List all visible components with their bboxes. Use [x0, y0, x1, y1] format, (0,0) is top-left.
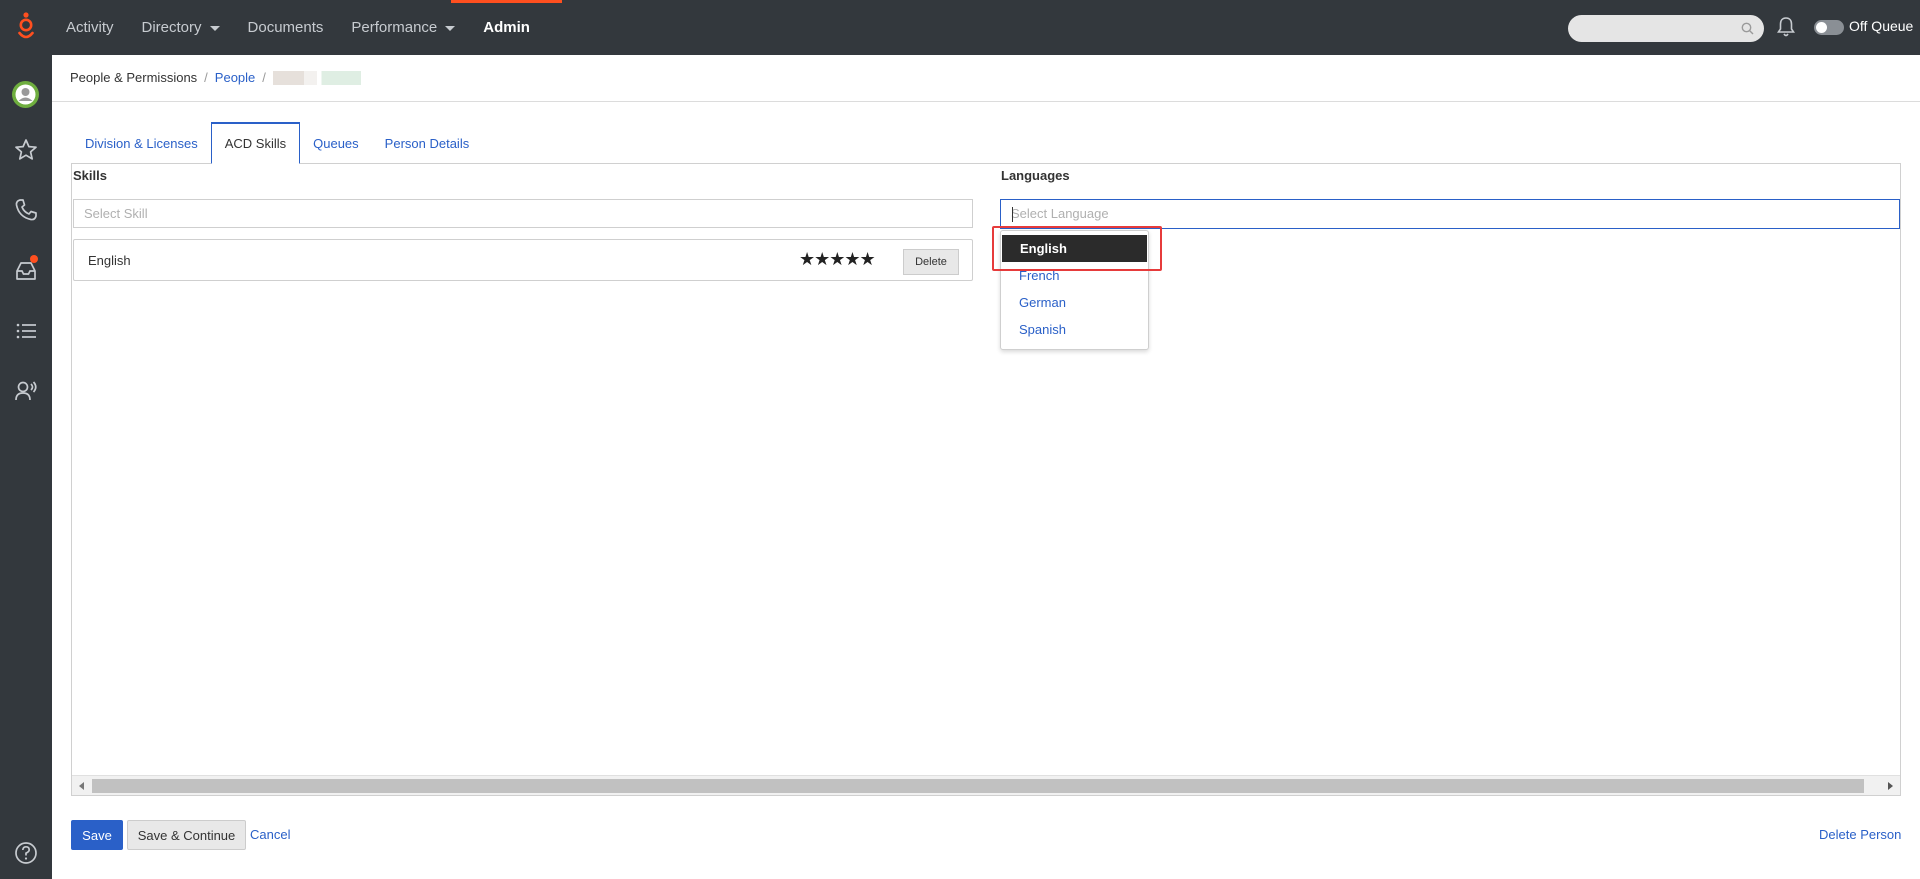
skill-row: English ★★★★★ Delete — [73, 239, 973, 281]
phone-icon[interactable] — [13, 197, 39, 223]
horizontal-scrollbar[interactable] — [72, 775, 1900, 795]
acd-skills-panel: Skills Select Skill English ★★★★★ Delete… — [71, 163, 1901, 796]
scrollbar-thumb[interactable] — [92, 779, 1864, 793]
delete-skill-button[interactable]: Delete — [903, 249, 959, 275]
top-nav-bar: Activity Directory Documents Performance… — [0, 0, 1920, 55]
scroll-left-icon[interactable] — [79, 782, 84, 790]
chevron-down-icon — [445, 26, 456, 31]
main-nav: Activity Directory Documents Performance… — [52, 0, 562, 55]
genesys-logo-icon[interactable] — [14, 11, 38, 43]
queue-toggle[interactable] — [1814, 20, 1844, 35]
breadcrumb-separator: / — [262, 70, 266, 85]
breadcrumb-people-permissions: People & Permissions — [70, 70, 198, 85]
highlight-box — [992, 226, 1162, 271]
select-language-input[interactable]: Select Language — [1000, 199, 1900, 229]
nav-documents-label: Documents — [247, 19, 324, 36]
language-option-spanish[interactable]: Spanish — [1001, 316, 1148, 343]
header-divider — [52, 101, 1920, 102]
save-continue-button[interactable]: Save & Continue — [127, 820, 246, 850]
skill-rating-stars[interactable]: ★★★★★ — [799, 249, 876, 270]
breadcrumb-separator: / — [204, 70, 208, 85]
breadcrumb: People & Permissions / People / — [70, 70, 361, 85]
tab-queues[interactable]: Queues — [300, 122, 372, 164]
user-avatar-icon — [15, 84, 36, 105]
nav-performance[interactable]: Performance — [337, 0, 469, 55]
tab-acd-skills[interactable]: ACD Skills — [210, 122, 301, 164]
language-option-german[interactable]: German — [1001, 289, 1148, 316]
nav-admin-label: Admin — [483, 19, 530, 36]
list-icon[interactable] — [13, 318, 39, 344]
breadcrumb-people-link[interactable]: People — [215, 70, 255, 85]
help-icon[interactable] — [13, 840, 39, 866]
tab-division-licenses[interactable]: Division & Licenses — [72, 122, 211, 164]
breadcrumb-person-name-redacted — [272, 70, 361, 85]
nav-directory-label: Directory — [141, 19, 202, 36]
search-input[interactable] — [1568, 15, 1764, 42]
sidebar — [0, 55, 52, 879]
nav-directory[interactable]: Directory — [128, 0, 234, 55]
nav-activity[interactable]: Activity — [52, 0, 128, 55]
nav-admin[interactable]: Admin — [451, 0, 562, 55]
save-button[interactable]: Save — [71, 820, 123, 850]
scroll-right-icon[interactable] — [1888, 782, 1893, 790]
nav-performance-label: Performance — [351, 19, 438, 36]
skill-name: English — [88, 253, 131, 268]
skills-title: Skills — [73, 168, 107, 183]
search-icon — [1741, 22, 1754, 35]
star-icon[interactable] — [13, 137, 39, 163]
queue-status-label: Off Queue — [1849, 18, 1914, 34]
tab-person-details[interactable]: Person Details — [372, 122, 483, 164]
agent-icon[interactable] — [13, 378, 39, 404]
nav-documents[interactable]: Documents — [234, 0, 338, 55]
bell-icon[interactable] — [1776, 16, 1796, 38]
cancel-link[interactable]: Cancel — [250, 827, 290, 842]
tab-bar: Division & Licenses ACD Skills Queues Pe… — [72, 122, 482, 164]
avatar[interactable] — [12, 81, 39, 108]
languages-title: Languages — [1001, 168, 1070, 183]
chevron-down-icon — [209, 26, 220, 31]
nav-activity-label: Activity — [66, 19, 114, 36]
delete-person-link[interactable]: Delete Person — [1819, 827, 1901, 842]
select-skill-input[interactable]: Select Skill — [73, 199, 973, 228]
notification-dot — [30, 255, 38, 263]
